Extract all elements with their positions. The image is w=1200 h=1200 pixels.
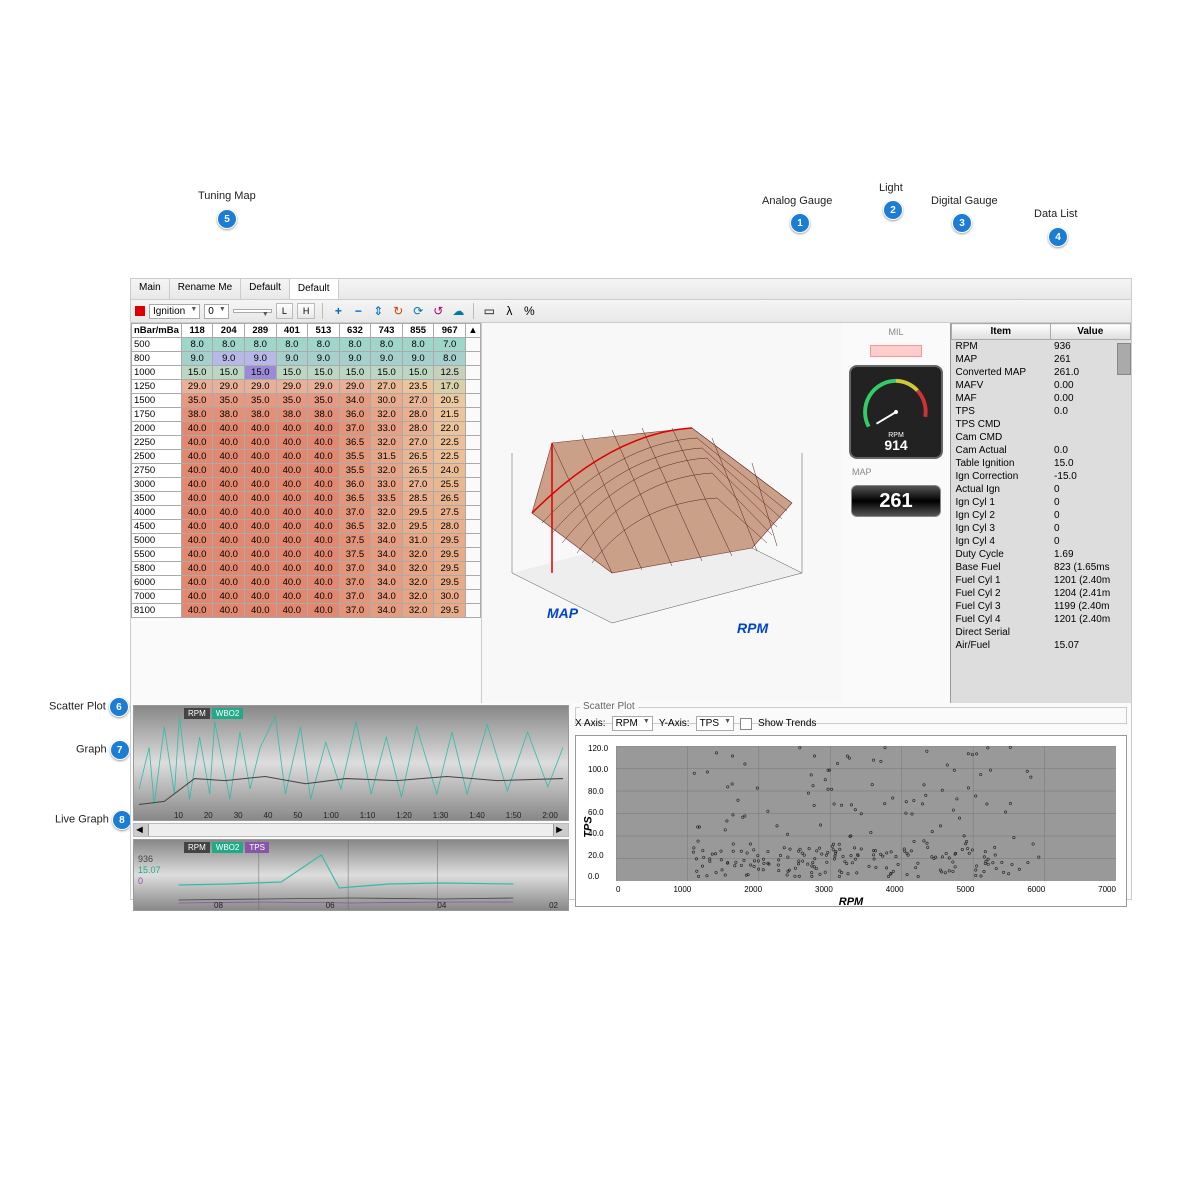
annot-live-graph: Live Graph 8 <box>55 810 132 830</box>
annot-light: Light <box>879 182 903 194</box>
bubble-4: 4 <box>1048 227 1068 247</box>
number-select[interactable]: 0 <box>204 304 229 319</box>
blank-select[interactable] <box>233 309 272 313</box>
live-graph-panel[interactable]: RPMWBO2TPS 93615.070 08060402 <box>133 839 569 911</box>
map-color-indicator <box>135 306 145 316</box>
updown-icon[interactable]: ⇕ <box>370 303 386 319</box>
btn-h[interactable]: H <box>297 303 316 319</box>
refresh1-icon[interactable]: ↻ <box>390 303 406 319</box>
scatter-title: Scatter Plot <box>580 701 638 712</box>
tab-default[interactable]: Default <box>290 279 339 299</box>
percent-icon[interactable]: % <box>521 303 537 319</box>
tab-default[interactable]: Default <box>241 279 290 299</box>
tab-bar: MainRename MeDefaultDefault <box>131 279 1131 300</box>
graph-panel[interactable]: RPMWBO2 10203040501:001:101:201:301:401:… <box>133 705 569 821</box>
minus-icon[interactable]: − <box>350 303 366 319</box>
analog-gauge-value: 914 <box>851 437 941 453</box>
scatter-panel: Scatter Plot X Axis: RPM Y-Axis: TPS Sho… <box>571 703 1131 913</box>
mil-label: MIL <box>888 327 903 337</box>
toolbar: Ignition 0 L H + − ⇕ ↻ ⟳ ↺ ☁ ▭ λ % <box>131 300 1131 323</box>
tab-rename-me[interactable]: Rename Me <box>170 279 241 299</box>
yaxis-select[interactable]: TPS <box>696 716 734 731</box>
annot-analog-gauge: Analog Gauge <box>762 195 832 207</box>
data-list[interactable]: ItemValueRPM936MAP261Converted MAP261.0M… <box>950 323 1131 703</box>
btn-l[interactable]: L <box>276 303 293 319</box>
map-select[interactable]: Ignition <box>149 304 200 319</box>
tuning-map-table[interactable]: nBar/mBa118204289401513632743855967▲5008… <box>131 323 482 703</box>
digital-gauge-label: MAP <box>852 467 872 477</box>
plus-icon[interactable]: + <box>330 303 346 319</box>
scrollbar-thumb[interactable] <box>1117 343 1131 375</box>
scatter-plot[interactable]: TPS RPM 0.020.040.060.080.0100.0120.0 01… <box>575 735 1127 907</box>
app-window: MainRename MeDefaultDefault Ignition 0 L… <box>130 278 1132 900</box>
graph-scrollbar[interactable]: ◄ ► <box>133 823 569 837</box>
annot-graph: Graph 7 <box>76 740 130 760</box>
scatter-xlabel: RPM <box>839 896 863 908</box>
bubble-1: 1 <box>790 213 810 233</box>
annot-tuning-map: Tuning Map <box>198 190 256 202</box>
yaxis-label: Y-Axis: <box>659 718 690 729</box>
bubble-2: 2 <box>883 200 903 220</box>
cloud-icon[interactable]: ☁ <box>450 303 466 319</box>
xaxis-select[interactable]: RPM <box>612 716 653 731</box>
annot-digital-gauge: Digital Gauge <box>931 195 998 207</box>
refresh2-icon[interactable]: ⟳ <box>410 303 426 319</box>
note-icon[interactable]: ▭ <box>481 303 497 319</box>
show-trends-checkbox[interactable] <box>740 718 752 730</box>
bubble-3: 3 <box>952 213 972 233</box>
tab-main[interactable]: Main <box>131 279 170 299</box>
gauges-panel: MIL RPM 914 MAP 261 <box>842 323 950 703</box>
show-trends-label: Show Trends <box>758 718 816 729</box>
xaxis-label: X Axis: <box>575 718 606 729</box>
bubble-5: 5 <box>217 209 237 229</box>
surface-y-label: RPM <box>737 620 768 636</box>
rotate-icon[interactable]: ↺ <box>430 303 446 319</box>
surface-3d-plot[interactable]: MAP RPM <box>482 323 842 703</box>
surface-x-label: MAP <box>547 605 579 621</box>
annot-scatter: Scatter Plot 6 <box>49 697 129 717</box>
lambda-icon[interactable]: λ <box>501 303 517 319</box>
analog-gauge: RPM 914 <box>849 365 943 459</box>
digital-gauge: 261 <box>851 485 941 517</box>
mil-light <box>870 345 922 357</box>
annot-data-list: Data List <box>1034 208 1077 220</box>
